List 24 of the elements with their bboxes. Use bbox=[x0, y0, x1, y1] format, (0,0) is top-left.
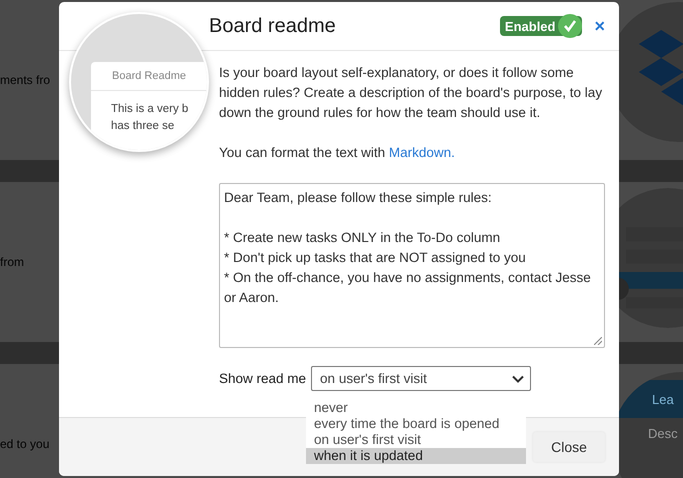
markdown-link[interactable]: Markdown. bbox=[388, 145, 455, 160]
dropdown-option[interactable]: every time the board is opened bbox=[306, 416, 526, 432]
intro-text: Is your board layout self-explanatory, or does it follow some hidden rules? Create a description of the board's purpose, to lay down the ground rules for how the team should use it. bbox=[219, 64, 604, 122]
card-text: Desc bbox=[648, 426, 679, 441]
show-readme-select[interactable]: on user's first visit bbox=[311, 366, 532, 391]
dropdown-option[interactable]: when it is updated bbox=[306, 448, 526, 464]
check-icon bbox=[558, 14, 582, 38]
background-text: ed to you bbox=[0, 437, 50, 451]
preview-text: This is a very b bbox=[110, 102, 190, 117]
dropdown-option[interactable]: on user's first visit bbox=[306, 432, 526, 448]
background-text: from bbox=[0, 255, 24, 269]
dropdown-option[interactable]: never bbox=[306, 400, 526, 416]
preview-text: has three se bbox=[110, 119, 176, 134]
dialog-title: Board readme bbox=[209, 14, 337, 38]
enabled-toggle[interactable]: Enabled bbox=[500, 16, 582, 36]
preview-title: Board Readme bbox=[91, 62, 207, 91]
card-title: Lea bbox=[652, 392, 674, 406]
show-readme-label: Show read me bbox=[219, 371, 306, 386]
readme-text-area[interactable]: Dear Team, please follow these simple rules: * Create new tasks ONLY in the To-Do column * Don't pick up tasks that are NOT assigned to you * On the off-chance, you have no assignments, contact Jesse or Aaron. bbox=[219, 183, 605, 348]
resize-grip-icon[interactable] bbox=[594, 337, 602, 345]
format-note: You can format the text with Markdown. bbox=[219, 144, 456, 162]
close-button[interactable]: Close bbox=[533, 432, 605, 462]
background-text: ments fro bbox=[0, 73, 50, 87]
chevron-down-icon bbox=[512, 374, 524, 382]
